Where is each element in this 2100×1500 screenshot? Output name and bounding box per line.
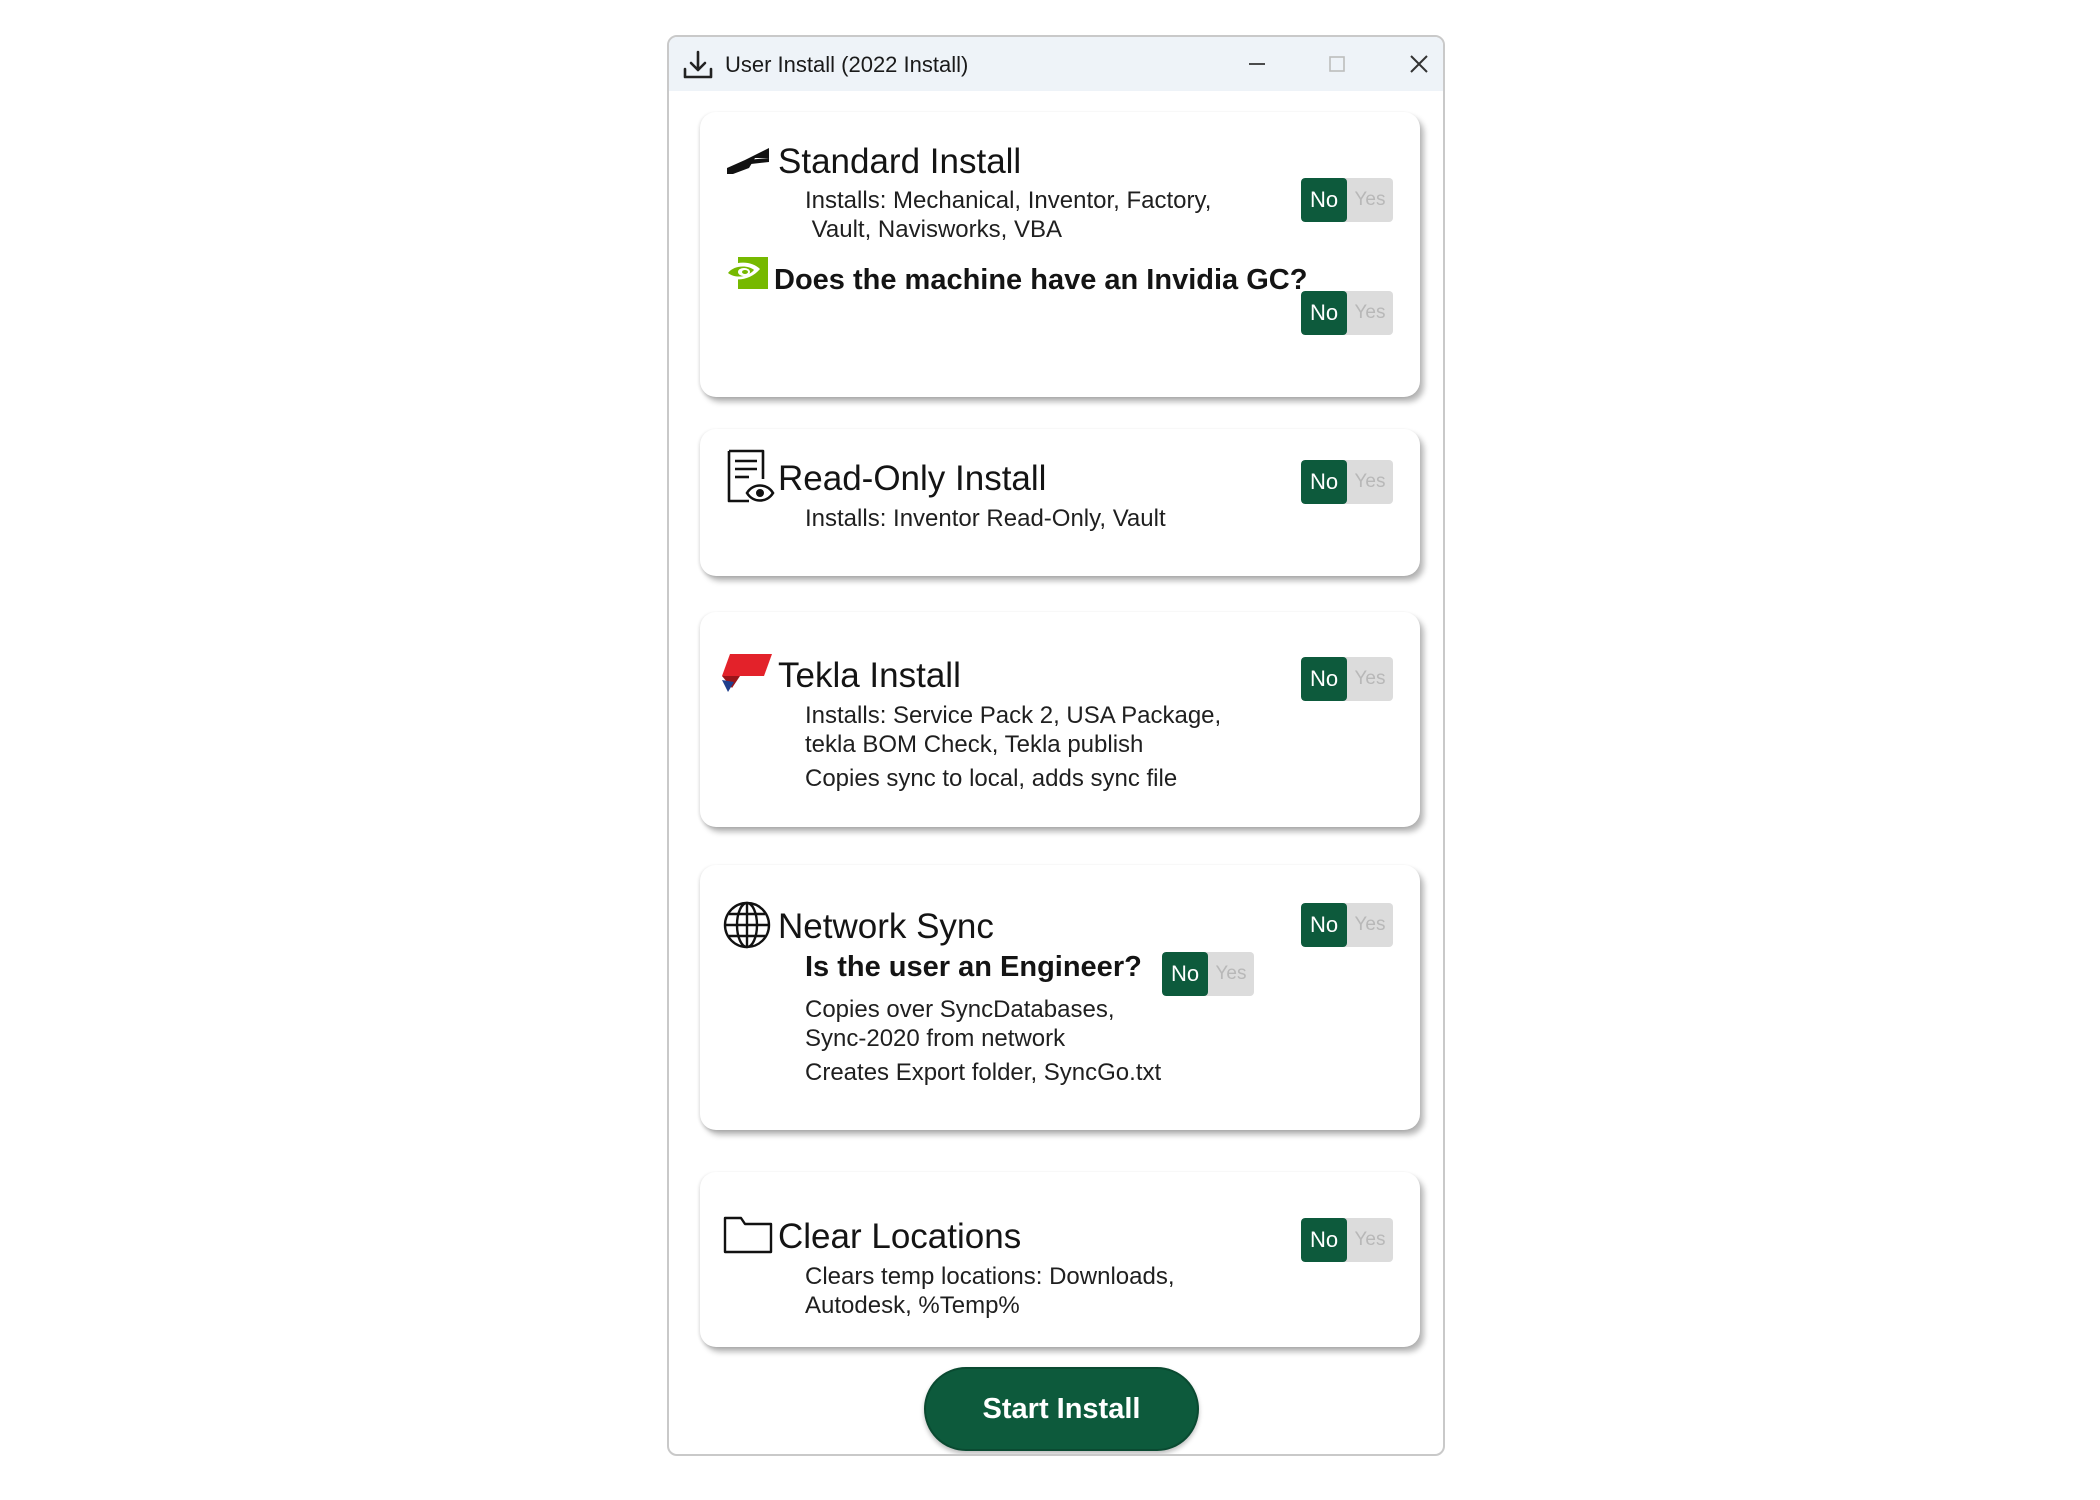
network-sync-card: Network Sync No Yes Is the user an Engin…: [700, 865, 1420, 1130]
minimize-button[interactable]: [1217, 37, 1297, 91]
toggle-no-option[interactable]: No: [1301, 903, 1347, 947]
read-only-install-card: Read-Only Install Installs: Inventor Rea…: [700, 429, 1420, 576]
title-bar[interactable]: User Install (2022 Install): [669, 37, 1443, 91]
standard-install-desc-1: Installs: Mechanical, Inventor, Factory,: [805, 187, 1212, 214]
toggle-no-option[interactable]: No: [1301, 178, 1347, 222]
clear-locations-desc-2: Autodesk, %Temp%: [805, 1292, 1020, 1319]
tekla-install-toggle[interactable]: No Yes: [1301, 657, 1393, 701]
toggle-yes-option[interactable]: Yes: [1347, 291, 1393, 335]
network-sync-desc-3: Creates Export folder, SyncGo.txt: [805, 1059, 1162, 1086]
start-install-button[interactable]: Start Install: [924, 1367, 1199, 1451]
clear-locations-toggle[interactable]: No Yes: [1301, 1218, 1393, 1262]
read-only-install-toggle[interactable]: No Yes: [1301, 460, 1393, 504]
toggle-yes-option[interactable]: Yes: [1347, 1218, 1393, 1262]
minimize-icon: [1249, 63, 1265, 65]
toggle-yes-option[interactable]: Yes: [1347, 178, 1393, 222]
tekla-install-title: Tekla Install: [778, 656, 961, 695]
engineer-question: Is the user an Engineer?: [805, 951, 1142, 983]
globe-icon: [723, 901, 771, 949]
document-view-icon: [727, 449, 775, 503]
network-sync-desc-2: Sync-2020 from network: [805, 1025, 1066, 1052]
standard-install-card: Standard Install Installs: Mechanical, I…: [700, 112, 1420, 397]
tekla-install-desc-1: Installs: Service Pack 2, USA Package,: [805, 702, 1222, 729]
installer-window: User Install (2022 Install) Standard Ins…: [667, 35, 1445, 1456]
tekla-install-desc-2: tekla BOM Check, Tekla publish: [805, 731, 1144, 758]
tekla-install-card: Tekla Install Installs: Service Pack 2, …: [700, 612, 1420, 827]
nvidia-question: Does the machine have an Invidia GC?: [774, 264, 1308, 296]
clear-locations-title: Clear Locations: [778, 1217, 1022, 1256]
toggle-no-option[interactable]: No: [1301, 291, 1347, 335]
nvidia-toggle[interactable]: No Yes: [1301, 291, 1393, 335]
maximize-button[interactable]: [1297, 37, 1377, 91]
toggle-no-option[interactable]: No: [1162, 952, 1208, 996]
network-sync-desc-1: Copies over SyncDatabases,: [805, 996, 1115, 1023]
toggle-yes-option[interactable]: Yes: [1347, 657, 1393, 701]
engineer-toggle[interactable]: No Yes: [1162, 952, 1254, 996]
toggle-no-option[interactable]: No: [1301, 1218, 1347, 1262]
autodesk-logo-icon: [727, 148, 769, 174]
toggle-no-option[interactable]: No: [1301, 460, 1347, 504]
maximize-icon: [1329, 56, 1345, 72]
toggle-yes-option[interactable]: Yes: [1347, 903, 1393, 947]
close-button[interactable]: [1379, 37, 1443, 91]
toggle-yes-option[interactable]: Yes: [1208, 952, 1254, 996]
window-title: User Install (2022 Install): [725, 52, 969, 77]
standard-install-title: Standard Install: [778, 142, 1022, 181]
read-only-install-desc: Installs: Inventor Read-Only, Vault: [805, 505, 1166, 532]
tekla-install-desc-3: Copies sync to local, adds sync file: [805, 765, 1178, 792]
clear-locations-card: Clear Locations Clears temp locations: D…: [700, 1172, 1420, 1347]
read-only-install-title: Read-Only Install: [778, 459, 1047, 498]
close-icon: [1410, 55, 1428, 73]
standard-install-desc-2: Vault, Navisworks, VBA: [805, 216, 1062, 243]
network-sync-title: Network Sync: [778, 907, 994, 946]
standard-install-toggle[interactable]: No Yes: [1301, 178, 1393, 222]
nvidia-logo-icon: [722, 257, 768, 289]
network-sync-toggle[interactable]: No Yes: [1301, 903, 1393, 947]
tekla-logo-icon: [722, 654, 772, 692]
folder-icon: [723, 1216, 773, 1254]
clear-locations-desc-1: Clears temp locations: Downloads,: [805, 1263, 1175, 1290]
toggle-yes-option[interactable]: Yes: [1347, 460, 1393, 504]
toggle-no-option[interactable]: No: [1301, 657, 1347, 701]
download-icon: [683, 50, 713, 79]
